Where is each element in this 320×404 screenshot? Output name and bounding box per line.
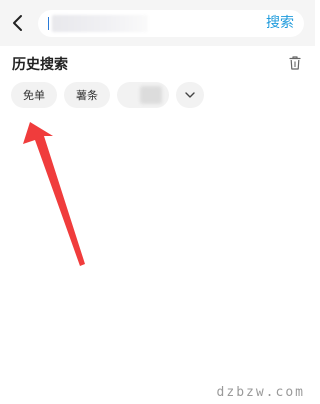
search-submit-button[interactable]: 搜索 bbox=[266, 10, 294, 37]
watermark: dzbzw.com bbox=[216, 385, 305, 400]
history-title: 历史搜索 bbox=[12, 57, 68, 73]
expand-history-button[interactable] bbox=[176, 82, 204, 108]
history-chip-1[interactable]: 免单 bbox=[11, 82, 57, 108]
blurred-search-text bbox=[52, 15, 148, 32]
history-chip-3-blurred[interactable] bbox=[117, 82, 169, 108]
chevron-left-icon bbox=[13, 15, 22, 31]
clear-history-button[interactable] bbox=[287, 55, 303, 71]
search-box[interactable]: 搜索 bbox=[38, 10, 304, 37]
back-button[interactable] bbox=[6, 12, 28, 34]
history-chip-label: 薯条 bbox=[76, 89, 98, 102]
top-bar: 搜索 bbox=[0, 0, 315, 46]
blurred-chip-text bbox=[140, 86, 162, 104]
text-cursor bbox=[48, 17, 49, 30]
chevron-down-icon bbox=[185, 92, 195, 98]
history-chip-label: 免单 bbox=[23, 89, 45, 102]
history-chip-2[interactable]: 薯条 bbox=[64, 82, 110, 108]
trash-icon bbox=[289, 56, 301, 70]
search-history-panel: 历史搜索 免单 薯条 bbox=[0, 46, 315, 404]
